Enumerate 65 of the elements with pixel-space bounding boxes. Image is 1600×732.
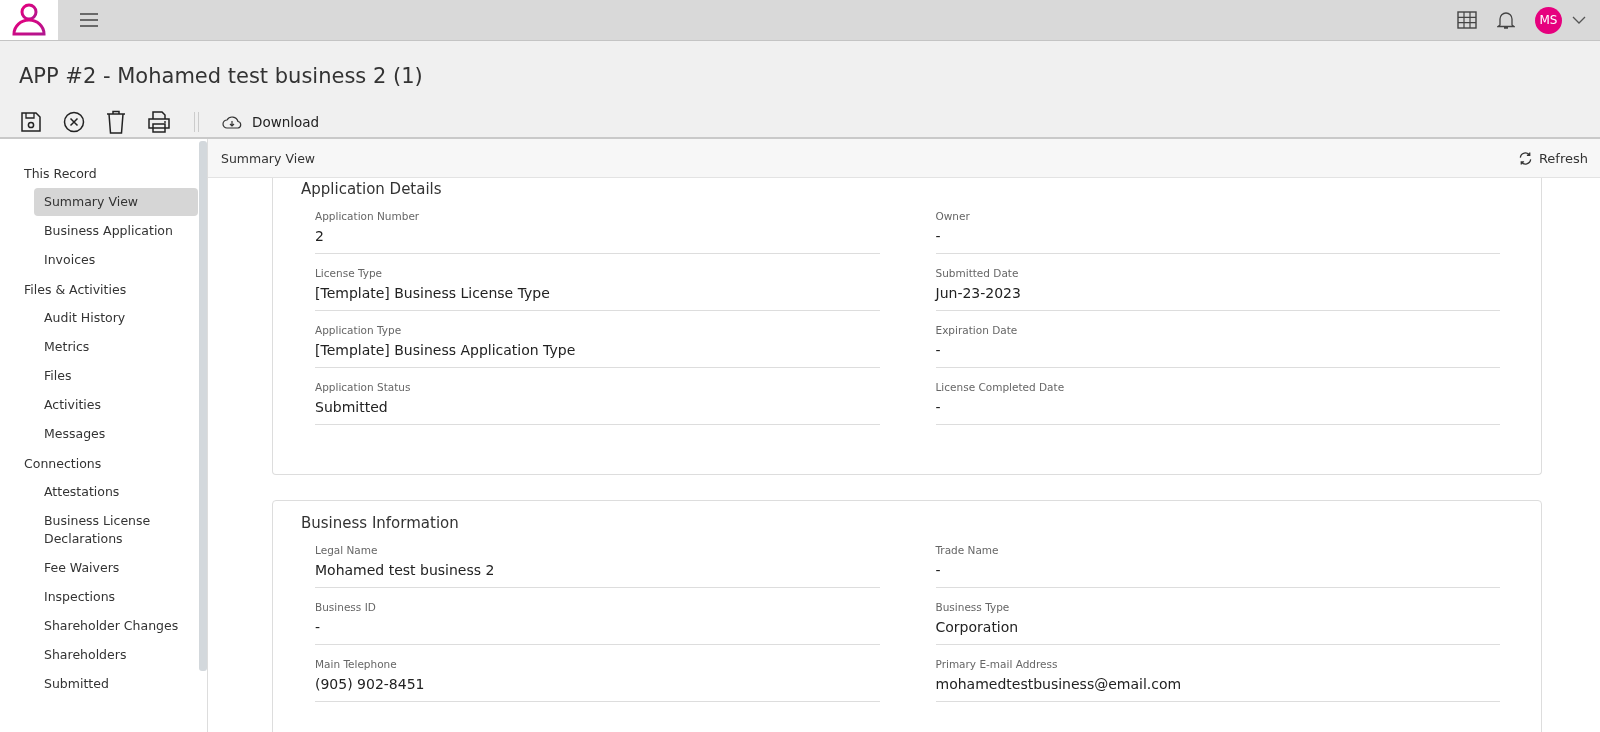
bell-icon[interactable]	[1497, 10, 1515, 30]
field-value: Corporation	[935, 618, 1020, 637]
section-title: Business Information	[301, 514, 460, 532]
field-label: Business Type	[935, 600, 1011, 615]
field-label: Primary E-mail Address	[935, 657, 1059, 672]
field-value: [Template] Business License Type	[315, 284, 551, 303]
field-label: License Completed Date	[935, 380, 1066, 395]
section-title: Application Details	[301, 180, 443, 198]
content-title: Summary View	[221, 150, 316, 166]
sidebar-item[interactable]: Messages	[34, 420, 198, 448]
sidebar-item[interactable]: Submitted	[34, 670, 198, 698]
field-value: Mohamed test business 2	[315, 561, 496, 580]
sidebar-group-label: This Record	[24, 165, 98, 183]
sidebar-item[interactable]: Summary View	[34, 188, 198, 216]
download-button[interactable]: Download	[222, 114, 320, 130]
field-label: Application Number	[315, 209, 421, 224]
field-label: Legal Name	[315, 543, 379, 558]
logo-icon[interactable]	[0, 0, 58, 40]
field-value: -	[935, 561, 942, 580]
grid-icon[interactable]	[1457, 11, 1477, 29]
save-icon[interactable]	[20, 111, 42, 133]
close-icon[interactable]	[63, 111, 85, 133]
sidebar-item[interactable]: Metrics	[34, 333, 198, 361]
field-value: -	[935, 227, 942, 246]
sidebar-item[interactable]: Activities	[34, 391, 198, 419]
field-value: Jun-23-2023	[935, 284, 1022, 303]
field-value: [Template] Business Application Type	[315, 341, 577, 360]
field-label: Trade Name	[935, 543, 1000, 558]
scrollbar-thumb[interactable]	[199, 141, 207, 671]
sidebar-item[interactable]: Attestations	[34, 478, 198, 506]
field-value: Submitted	[315, 398, 389, 417]
field-label: Expiration Date	[935, 323, 1019, 338]
sidebar-item[interactable]: Files	[34, 362, 198, 390]
trash-icon[interactable]	[106, 110, 126, 134]
chevron-down-icon[interactable]	[1572, 16, 1586, 24]
field-value: -	[935, 398, 942, 417]
sidebar-item[interactable]: Business License Declarations	[34, 507, 198, 553]
field-value: -	[935, 341, 942, 360]
field-value: -	[315, 618, 322, 637]
field-value: mohamedtestbusiness@email.com	[935, 675, 1183, 694]
sidebar-item[interactable]: Fee Waivers	[34, 554, 198, 582]
field-label: Application Type	[315, 323, 403, 338]
field-label: Business ID	[315, 600, 377, 615]
user-avatar[interactable]: MS	[1535, 6, 1562, 34]
sidebar-item[interactable]: Business Application	[34, 217, 198, 245]
field-value: (905) 902-8451	[315, 675, 426, 694]
sidebar-item[interactable]: Invoices	[34, 246, 198, 274]
field-label: Owner	[935, 209, 971, 224]
menu-icon[interactable]	[80, 13, 98, 27]
field-label: Application Status	[315, 380, 412, 395]
sidebar-item[interactable]: Shareholders	[34, 641, 198, 669]
field-label: License Type	[315, 266, 384, 281]
sidebar-item[interactable]: Shareholder Changes	[34, 612, 198, 640]
field-value: 2	[315, 227, 325, 246]
sidebar-group-label: Files & Activities	[24, 281, 128, 299]
print-icon[interactable]	[147, 110, 171, 134]
field-label: Submitted Date	[935, 266, 1020, 281]
refresh-icon	[1517, 150, 1533, 166]
sidebar-item[interactable]: Audit History	[34, 304, 198, 332]
sidebar-group-label: Connections	[24, 455, 103, 473]
refresh-button[interactable]: Refresh	[1517, 150, 1588, 166]
field-label: Main Telephone	[315, 657, 398, 672]
page-title: APP #2 - Mohamed test business 2 (1)	[18, 63, 424, 90]
cloud-download-icon	[222, 114, 242, 130]
sidebar-item[interactable]: Inspections	[34, 583, 198, 611]
